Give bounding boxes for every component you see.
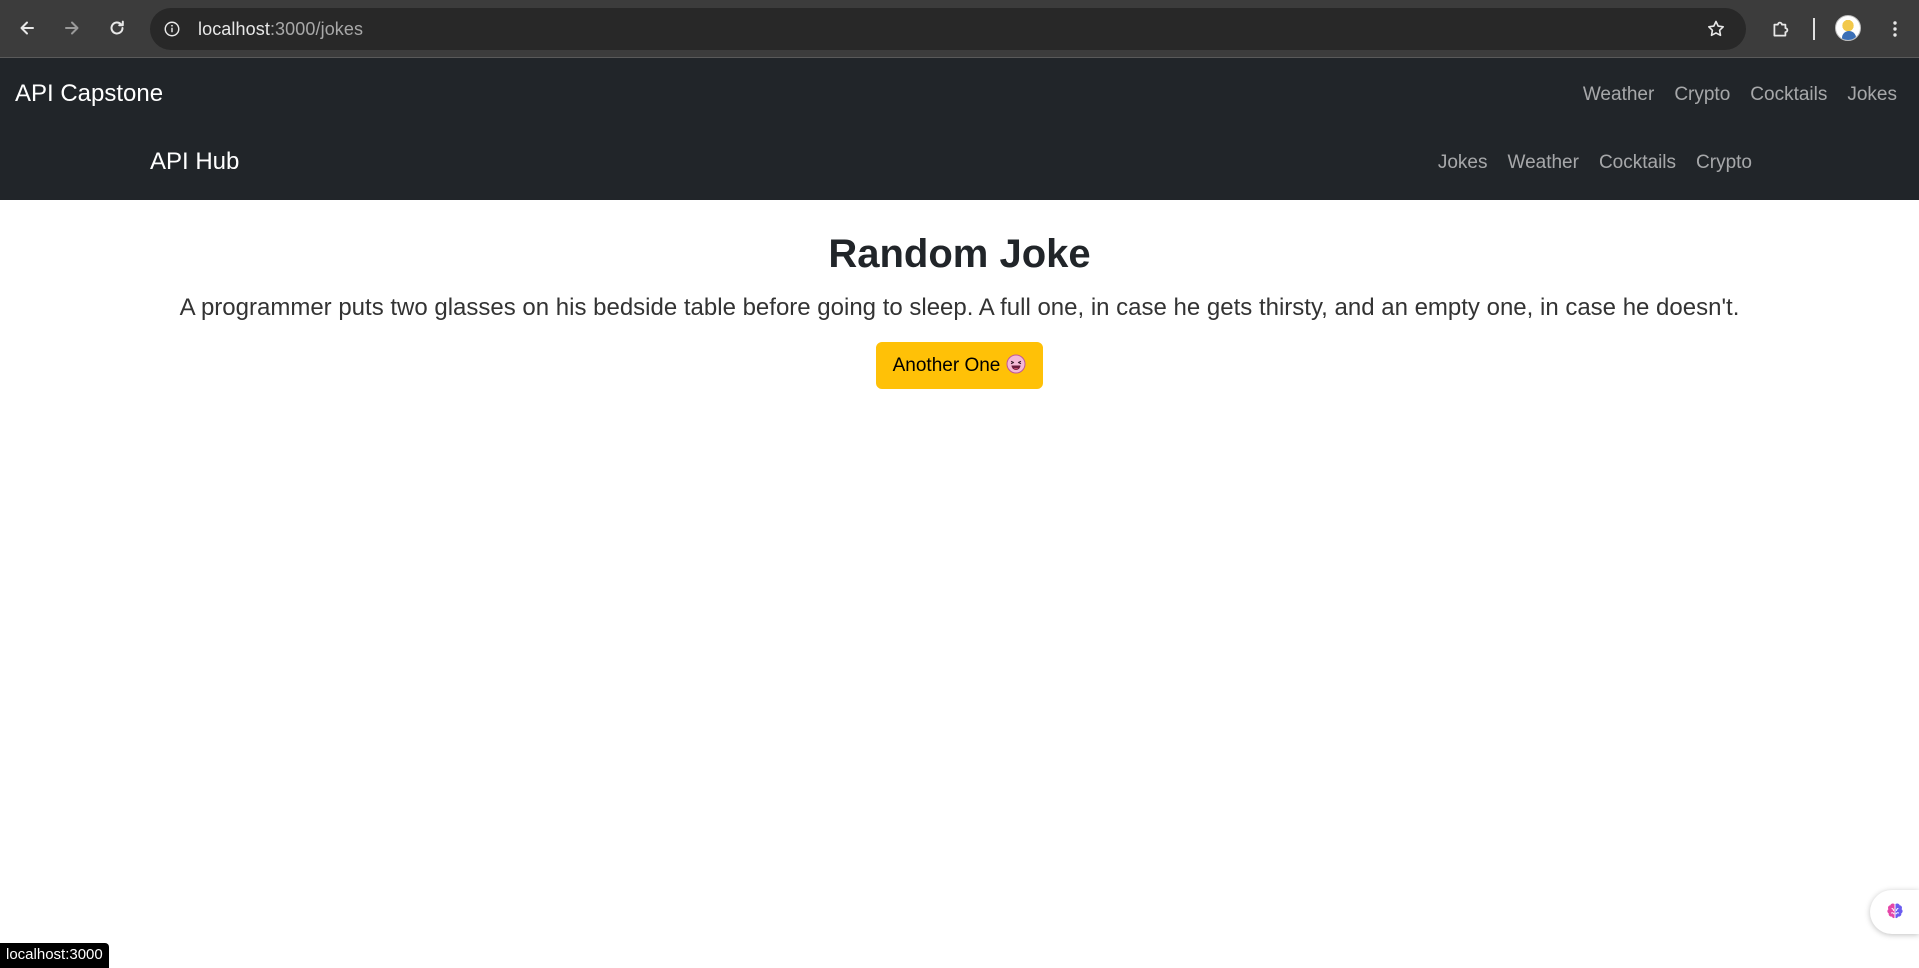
- hub-link-jokes[interactable]: Jokes: [1428, 152, 1498, 174]
- laughing-face-emoji: [1006, 354, 1026, 374]
- url-text[interactable]: localhost:3000/jokes: [198, 19, 363, 40]
- reload-icon[interactable]: [101, 12, 133, 44]
- secondary-nav-links: Jokes Weather Cocktails Crypto: [1428, 152, 1762, 174]
- kebab-menu-icon[interactable]: [1880, 14, 1910, 44]
- star-icon[interactable]: [1702, 15, 1730, 43]
- nav-link-crypto[interactable]: Crypto: [1664, 84, 1740, 106]
- profile-avatar[interactable]: [1835, 15, 1861, 41]
- url-host: localhost: [198, 18, 270, 39]
- nav-link-cocktails[interactable]: Cocktails: [1740, 84, 1837, 106]
- primary-nav-links: Weather Crypto Cocktails Jokes: [1573, 84, 1907, 106]
- secondary-navbar: API Hub Jokes Weather Cocktails Crypto: [0, 132, 1919, 200]
- page: API Capstone Weather Crypto Cocktails Jo…: [0, 58, 1919, 968]
- back-arrow-icon[interactable]: [11, 12, 43, 44]
- forward-arrow-icon[interactable]: [56, 12, 88, 44]
- puzzle-icon[interactable]: [1766, 14, 1796, 44]
- another-one-label: Another One: [892, 355, 1001, 376]
- hub-link-crypto[interactable]: Crypto: [1686, 152, 1762, 174]
- toolbar-separator: [1813, 18, 1815, 40]
- address-bar[interactable]: localhost:3000/jokes: [150, 8, 1746, 50]
- hub-link-weather[interactable]: Weather: [1497, 152, 1588, 174]
- joke-text: A programmer puts two glasses on his bed…: [179, 294, 1740, 321]
- brain-icon[interactable]: [1870, 890, 1919, 934]
- browser-toolbar: localhost:3000/jokes: [0, 0, 1919, 58]
- joke-section: Random Joke A programmer puts two glasse…: [0, 200, 1919, 389]
- url-path: :3000/jokes: [269, 18, 364, 39]
- nav-link-jokes[interactable]: Jokes: [1837, 84, 1907, 106]
- hub-link-cocktails[interactable]: Cocktails: [1589, 152, 1686, 174]
- another-one-button[interactable]: Another One: [875, 342, 1044, 389]
- brand-api-hub[interactable]: API Hub: [150, 148, 239, 176]
- primary-navbar: API Capstone Weather Crypto Cocktails Jo…: [0, 58, 1919, 132]
- link-status-bubble: localhost:3000: [0, 943, 109, 968]
- brand-api-capstone[interactable]: API Capstone: [15, 80, 163, 108]
- site-info-icon[interactable]: [156, 13, 188, 45]
- page-title: Random Joke: [828, 232, 1091, 276]
- nav-link-weather[interactable]: Weather: [1573, 84, 1664, 106]
